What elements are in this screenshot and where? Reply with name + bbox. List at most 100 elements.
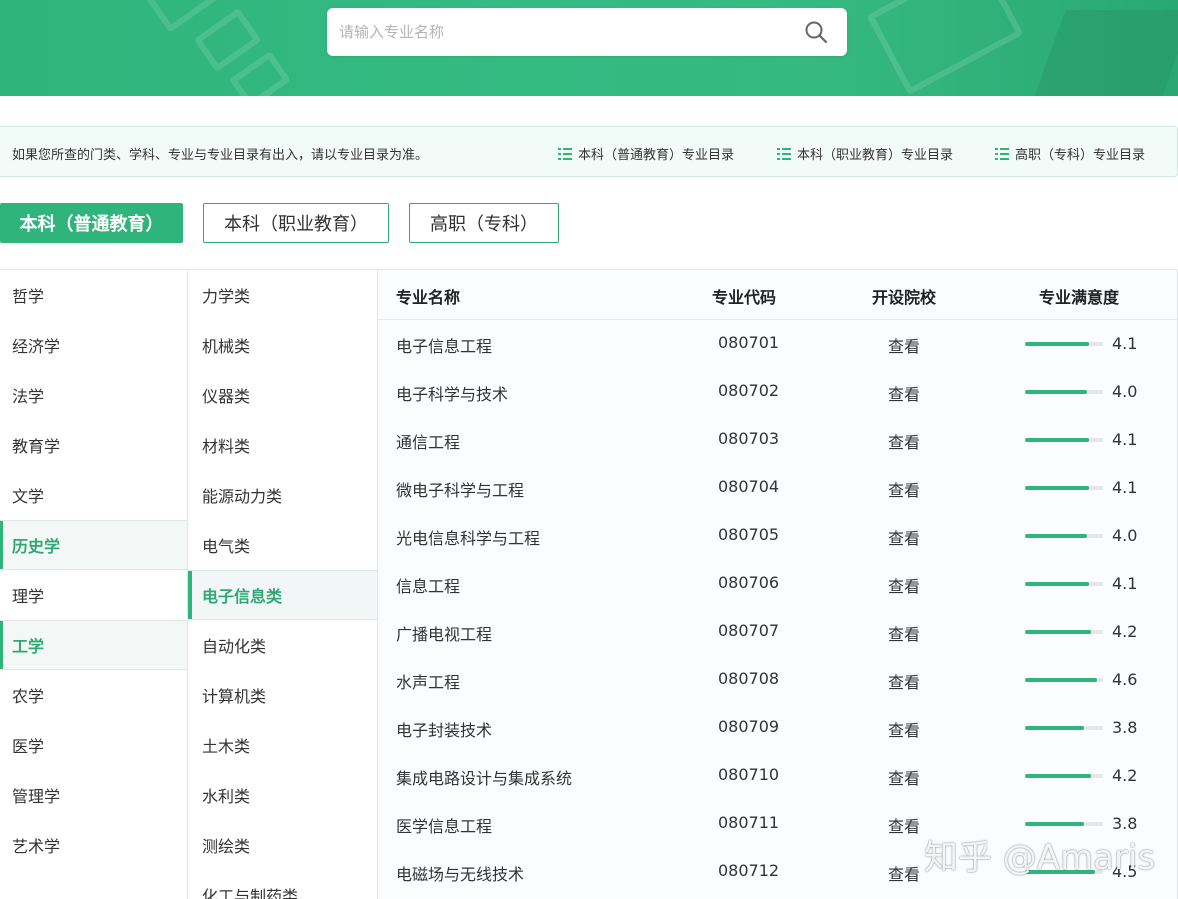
category-item-selected[interactable]: 工学: [0, 620, 187, 670]
major-name[interactable]: 水声工程: [396, 669, 460, 693]
tab-undergrad-general[interactable]: 本科（普通教育）: [0, 203, 183, 243]
satisfaction-score: 4.1: [1112, 430, 1138, 449]
satisfaction-bar-fill: [1025, 534, 1088, 538]
view-schools-link[interactable]: 查看: [888, 525, 920, 549]
major-code: 080702: [718, 381, 780, 400]
satisfaction-bar-fill: [1025, 630, 1091, 634]
category-item[interactable]: 医学: [0, 720, 187, 770]
category-item[interactable]: 管理学: [0, 770, 187, 820]
subcategory-item[interactable]: 测绘类: [188, 820, 377, 870]
major-name[interactable]: 信息工程: [396, 573, 460, 597]
table-row: 电子科学与技术 080702 查看 4.0: [378, 368, 1177, 416]
view-schools-link[interactable]: 查看: [888, 717, 920, 741]
satisfaction-bar: [1025, 630, 1103, 634]
major-name[interactable]: 集成电路设计与集成系统: [396, 765, 572, 789]
view-schools-link[interactable]: 查看: [888, 813, 920, 837]
subcategory-item[interactable]: 仪器类: [188, 370, 377, 420]
table-row: 集成电路设计与集成系统 080710 查看 4.2: [378, 752, 1177, 800]
major-browser: 哲学 经济学 法学 教育学 文学 历史学 理学 工学 农学 医学 管理学 艺术学…: [0, 269, 1178, 899]
category-item[interactable]: 历史学: [0, 520, 187, 570]
satisfaction-score: 4.1: [1112, 334, 1138, 353]
major-code: 080706: [718, 573, 780, 592]
satisfaction-bar-fill: [1025, 342, 1089, 346]
satisfaction-score: 4.2: [1112, 622, 1138, 641]
major-code: 080712: [718, 861, 780, 880]
major-code: 080709: [718, 717, 780, 736]
table-row: 通信工程 080703 查看 4.1: [378, 416, 1177, 464]
notice-text: 如果您所查的门类、学科、专业与专业目录有出入，请以专业目录为准。: [12, 148, 429, 163]
satisfaction-bar-fill: [1025, 822, 1085, 826]
tab-undergrad-vocational[interactable]: 本科（职业教育）: [203, 203, 389, 243]
view-schools-link[interactable]: 查看: [888, 333, 920, 357]
catalog-link-label: 本科（普通教育）专业目录: [578, 148, 735, 163]
satisfaction-bar: [1025, 342, 1103, 346]
satisfaction-bar-fill: [1025, 774, 1091, 778]
subcategory-item[interactable]: 材料类: [188, 420, 377, 470]
subcategory-item-selected[interactable]: 电子信息类: [188, 570, 377, 620]
catalog-link-higher-vocational[interactable]: 高职（专科）专业目录: [995, 144, 1145, 163]
major-name[interactable]: 光电信息科学与工程: [396, 525, 540, 549]
major-name[interactable]: 电子封装技术: [396, 717, 492, 741]
view-schools-link[interactable]: 查看: [888, 861, 920, 885]
major-code: 080703: [718, 429, 780, 448]
subcategory-item[interactable]: 电气类: [188, 520, 377, 570]
subcategory-item[interactable]: 能源动力类: [188, 470, 377, 520]
search-input[interactable]: [339, 8, 789, 56]
category-item[interactable]: 经济学: [0, 320, 187, 370]
view-schools-link[interactable]: 查看: [888, 429, 920, 453]
table-row: 微电子科学与工程 080704 查看 4.1: [378, 464, 1177, 512]
satisfaction-score: 4.0: [1112, 382, 1138, 401]
satisfaction-bar-fill: [1025, 486, 1089, 490]
tab-higher-vocational[interactable]: 高职（专科）: [409, 203, 559, 243]
subcategory-item[interactable]: 自动化类: [188, 620, 377, 670]
search-icon[interactable]: [804, 20, 828, 44]
catalog-link-label: 高职（专科）专业目录: [1015, 148, 1146, 163]
category-item[interactable]: 文学: [0, 470, 187, 520]
category-item[interactable]: 农学: [0, 670, 187, 720]
subcategory-item[interactable]: 计算机类: [188, 670, 377, 720]
major-name[interactable]: 电子信息工程: [396, 333, 492, 357]
major-name[interactable]: 电子科学与技术: [396, 381, 508, 405]
major-code: 080701: [718, 333, 780, 352]
satisfaction-bar: [1025, 774, 1103, 778]
subcategory-item[interactable]: 机械类: [188, 320, 377, 370]
major-name[interactable]: 通信工程: [396, 429, 460, 453]
view-schools-link[interactable]: 查看: [888, 381, 920, 405]
major-code: 080710: [718, 765, 780, 784]
category-item[interactable]: 哲学: [0, 270, 187, 320]
list-icon: [995, 147, 1009, 160]
satisfaction-bar: [1025, 822, 1103, 826]
table-row: 水声工程 080708 查看 4.6: [378, 656, 1177, 704]
subcategory-item[interactable]: 力学类: [188, 270, 377, 320]
view-schools-link[interactable]: 查看: [888, 573, 920, 597]
subcategory-list: 力学类 机械类 仪器类 材料类 能源动力类 电气类 电子信息类 自动化类 计算机…: [188, 270, 378, 899]
satisfaction-bar: [1025, 438, 1103, 442]
view-schools-link[interactable]: 查看: [888, 621, 920, 645]
view-schools-link[interactable]: 查看: [888, 669, 920, 693]
category-list: 哲学 经济学 法学 教育学 文学 历史学 理学 工学 农学 医学 管理学 艺术学: [0, 270, 188, 899]
subcategory-item[interactable]: 水利类: [188, 770, 377, 820]
category-item[interactable]: 教育学: [0, 420, 187, 470]
category-item[interactable]: 艺术学: [0, 820, 187, 870]
view-schools-link[interactable]: 查看: [888, 765, 920, 789]
category-item[interactable]: 理学: [0, 570, 187, 620]
major-table: 专业名称 专业代码 开设院校 专业满意度 电子信息工程 080701 查看 4.1 电子…: [378, 270, 1178, 899]
view-schools-link[interactable]: 查看: [888, 477, 920, 501]
satisfaction-score: 4.1: [1112, 574, 1138, 593]
satisfaction-bar-fill: [1025, 390, 1088, 394]
subcategory-item[interactable]: 土木类: [188, 720, 377, 770]
major-name[interactable]: 微电子科学与工程: [396, 477, 524, 501]
table-row: 电子信息工程 080701 查看 4.1: [378, 320, 1177, 368]
catalog-link-undergrad-vocational[interactable]: 本科（职业教育）专业目录: [777, 144, 953, 163]
major-name[interactable]: 医学信息工程: [396, 813, 492, 837]
column-header-schools: 开设院校: [872, 288, 937, 307]
satisfaction-score: 4.0: [1112, 526, 1138, 545]
category-item[interactable]: 法学: [0, 370, 187, 420]
satisfaction-bar-fill: [1025, 678, 1097, 682]
search-box: [327, 8, 847, 56]
major-name[interactable]: 广播电视工程: [396, 621, 492, 645]
catalog-link-undergrad-general[interactable]: 本科（普通教育）专业目录: [558, 144, 734, 163]
major-name[interactable]: 电磁场与无线技术: [396, 861, 524, 885]
column-header-satisfaction: 专业满意度: [1039, 288, 1120, 307]
subcategory-item[interactable]: 化工与制药类: [188, 870, 377, 899]
